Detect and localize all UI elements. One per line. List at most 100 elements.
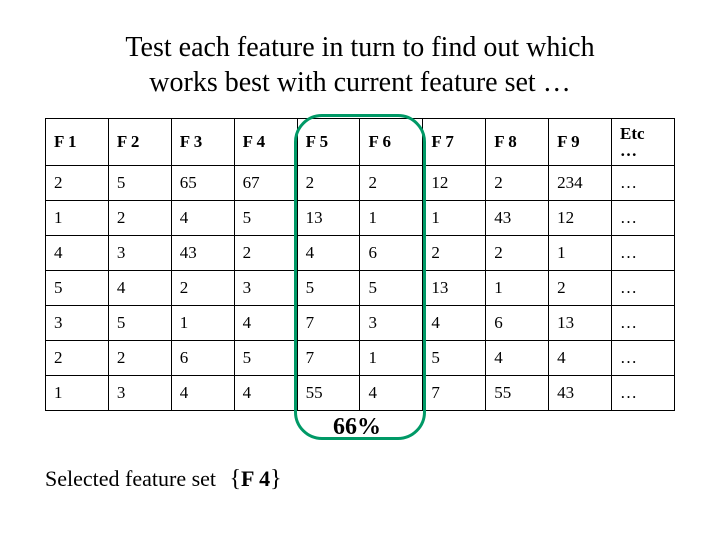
cell: 67 (234, 166, 297, 201)
cell: 2 (108, 201, 171, 236)
cell: 4 (46, 236, 109, 271)
selected-feature: F 4 (241, 466, 270, 491)
cell: 4 (108, 271, 171, 306)
table-row: 3 5 1 4 7 3 4 6 13 … (46, 306, 675, 341)
cell: 4 (171, 376, 234, 411)
cell: 7 (423, 376, 486, 411)
cell: 1 (46, 376, 109, 411)
cell: … (612, 236, 675, 271)
cell: … (612, 341, 675, 376)
feature-table: F 1 F 2 F 3 F 4 F 5 F 6 F 7 F 8 F 9 Etc … (45, 118, 675, 411)
cell: 1 (486, 271, 549, 306)
cell: 2 (486, 236, 549, 271)
cell: 5 (234, 341, 297, 376)
table-row: 4 3 43 2 4 6 2 2 1 … (46, 236, 675, 271)
cell: 1 (171, 306, 234, 341)
cell: 4 (360, 376, 423, 411)
cell: 12 (549, 201, 612, 236)
cell: 7 (297, 306, 360, 341)
cell: 5 (108, 306, 171, 341)
cell: 5 (234, 201, 297, 236)
cell: 5 (46, 271, 109, 306)
cell: 12 (423, 166, 486, 201)
brace-close-icon: } (270, 466, 282, 492)
cell: 43 (549, 376, 612, 411)
title-line-1: Test each feature in turn to find out wh… (125, 32, 594, 63)
cell: 2 (360, 166, 423, 201)
feature-table-wrap: F 1 F 2 F 3 F 4 F 5 F 6 F 7 F 8 F 9 Etc … (45, 118, 675, 411)
cell: 5 (108, 166, 171, 201)
cell: 43 (171, 236, 234, 271)
cell: 65 (171, 166, 234, 201)
slide-title: Test each feature in turn to find out wh… (45, 30, 675, 100)
cell: 4 (171, 201, 234, 236)
cell: 4 (486, 341, 549, 376)
cell: 234 (549, 166, 612, 201)
selected-set: {F 4} (230, 466, 282, 491)
cell: 4 (549, 341, 612, 376)
table-row: 5 4 2 3 5 5 13 1 2 … (46, 271, 675, 306)
header-row: F 1 F 2 F 3 F 4 F 5 F 6 F 7 F 8 F 9 Etc … (46, 119, 675, 166)
cell: 13 (549, 306, 612, 341)
col-header: F 4 (234, 119, 297, 166)
brace-open-icon: { (230, 466, 242, 492)
percent-label: 66% (327, 414, 387, 441)
cell: 2 (234, 236, 297, 271)
col-header: F 7 (423, 119, 486, 166)
cell: 5 (423, 341, 486, 376)
col-header-etc: Etc … (612, 119, 675, 166)
cell: 3 (234, 271, 297, 306)
col-header: F 8 (486, 119, 549, 166)
cell: 6 (171, 341, 234, 376)
cell: … (612, 376, 675, 411)
cell: 6 (360, 236, 423, 271)
col-header: F 5 (297, 119, 360, 166)
cell: … (612, 201, 675, 236)
cell: 1 (46, 201, 109, 236)
cell: 1 (360, 201, 423, 236)
col-header: F 6 (360, 119, 423, 166)
table-row: 2 2 6 5 7 1 5 4 4 … (46, 341, 675, 376)
table-body: 2 5 65 67 2 2 12 2 234 … 1 2 4 5 13 (46, 166, 675, 411)
title-line-2: works best with current feature set … (149, 67, 570, 98)
cell: 2 (171, 271, 234, 306)
cell: 13 (423, 271, 486, 306)
table-row: 1 3 4 4 55 4 7 55 43 … (46, 376, 675, 411)
cell: 2 (46, 341, 109, 376)
cell: 1 (423, 201, 486, 236)
cell: … (612, 166, 675, 201)
cell: 4 (423, 306, 486, 341)
col-header: F 9 (549, 119, 612, 166)
cell: 43 (486, 201, 549, 236)
cell: … (612, 306, 675, 341)
cell: 2 (46, 166, 109, 201)
selected-label: Selected feature set (45, 466, 216, 491)
slide: Test each feature in turn to find out wh… (0, 0, 720, 540)
cell: 2 (108, 341, 171, 376)
table-row: 1 2 4 5 13 1 1 43 12 … (46, 201, 675, 236)
cell: 6 (486, 306, 549, 341)
cell: 3 (108, 236, 171, 271)
cell: 1 (360, 341, 423, 376)
cell: 2 (423, 236, 486, 271)
cell: 7 (297, 341, 360, 376)
cell: … (612, 271, 675, 306)
cell: 55 (297, 376, 360, 411)
cell: 4 (297, 236, 360, 271)
cell: 3 (360, 306, 423, 341)
cell: 2 (297, 166, 360, 201)
cell: 4 (234, 306, 297, 341)
cell: 3 (46, 306, 109, 341)
selected-feature-footer: Selected feature set {F 4} (45, 466, 675, 493)
col-header: F 2 (108, 119, 171, 166)
cell: 13 (297, 201, 360, 236)
cell: 1 (549, 236, 612, 271)
cell: 2 (549, 271, 612, 306)
cell: 5 (297, 271, 360, 306)
cell: 5 (360, 271, 423, 306)
col-header: F 1 (46, 119, 109, 166)
col-header: F 3 (171, 119, 234, 166)
cell: 55 (486, 376, 549, 411)
cell: 3 (108, 376, 171, 411)
table-row: 2 5 65 67 2 2 12 2 234 … (46, 166, 675, 201)
